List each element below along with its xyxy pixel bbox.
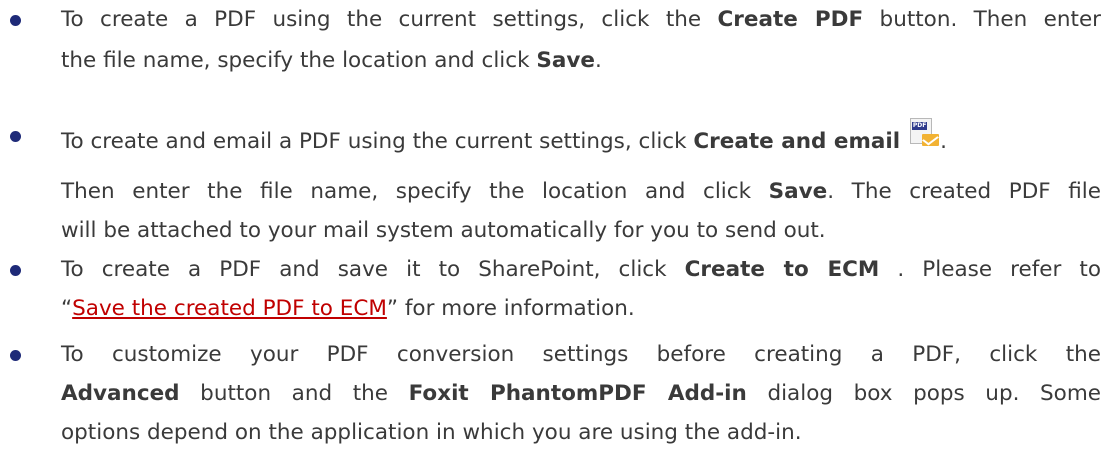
bullet-icon — [10, 15, 21, 26]
bold-term: Foxit PhantomPDF Add-in — [408, 381, 747, 406]
list-item-line: To create a PDF and save it to SharePoin… — [61, 250, 1101, 289]
bold-term: Create PDF — [717, 7, 864, 32]
list-item-line: To create and email a PDF using the curr… — [61, 116, 947, 161]
text: . The created PDF file — [827, 179, 1101, 204]
text: button. Then enter — [863, 7, 1102, 32]
text: . — [594, 48, 602, 73]
list-item-line: Then enter the file name, specify the lo… — [61, 172, 1101, 211]
text: ” for more information. — [386, 296, 635, 321]
text: To create and email a PDF using the curr… — [61, 129, 694, 154]
bold-term: Save — [536, 48, 595, 73]
bullet-icon — [10, 131, 21, 142]
bold-term: Create to ECM — [684, 257, 880, 282]
list-item-line: options depend on the application in whi… — [61, 413, 802, 452]
list-item-line: To customize your PDF conversion setting… — [61, 335, 1101, 374]
bold-term: Create and email — [693, 129, 901, 154]
text: will be attached to your mail system aut… — [61, 218, 826, 243]
text: Then enter the file name, specify the lo… — [61, 179, 769, 204]
bold-term: Save — [768, 179, 828, 204]
text: To create a PDF and save it to SharePoin… — [61, 257, 685, 282]
text: options depend on the application in whi… — [61, 420, 802, 445]
bold-term: Advanced — [61, 381, 180, 406]
text: “ — [61, 296, 73, 321]
text: dialog box pops up. Some — [746, 381, 1101, 406]
list-item-line: “Save the created PDF to ECM” for more i… — [61, 289, 635, 328]
bullet-icon — [10, 265, 21, 276]
list-item-line: the file name, specify the location and … — [61, 41, 602, 80]
text: . Please refer to — [879, 257, 1101, 282]
envelope-icon — [922, 134, 940, 146]
list-item-line: Advanced button and the Foxit PhantomPDF… — [61, 374, 1101, 413]
list-item-line: To create a PDF using the current settin… — [61, 0, 1101, 39]
document-body: To create a PDF using the current settin… — [0, 0, 1114, 456]
bullet-icon — [10, 350, 21, 361]
pdf-email-icon: PDF — [906, 116, 940, 150]
text: . — [940, 129, 947, 154]
text: the file name, specify the location and … — [61, 48, 537, 73]
text: To create a PDF using the current settin… — [61, 7, 718, 32]
text: To customize your PDF conversion setting… — [61, 342, 1101, 367]
text: button and the — [179, 381, 409, 406]
list-item-line: will be attached to your mail system aut… — [61, 211, 826, 250]
ecm-help-link[interactable]: Save the created PDF to ECM — [72, 296, 387, 321]
pdf-label: PDF — [912, 122, 928, 130]
